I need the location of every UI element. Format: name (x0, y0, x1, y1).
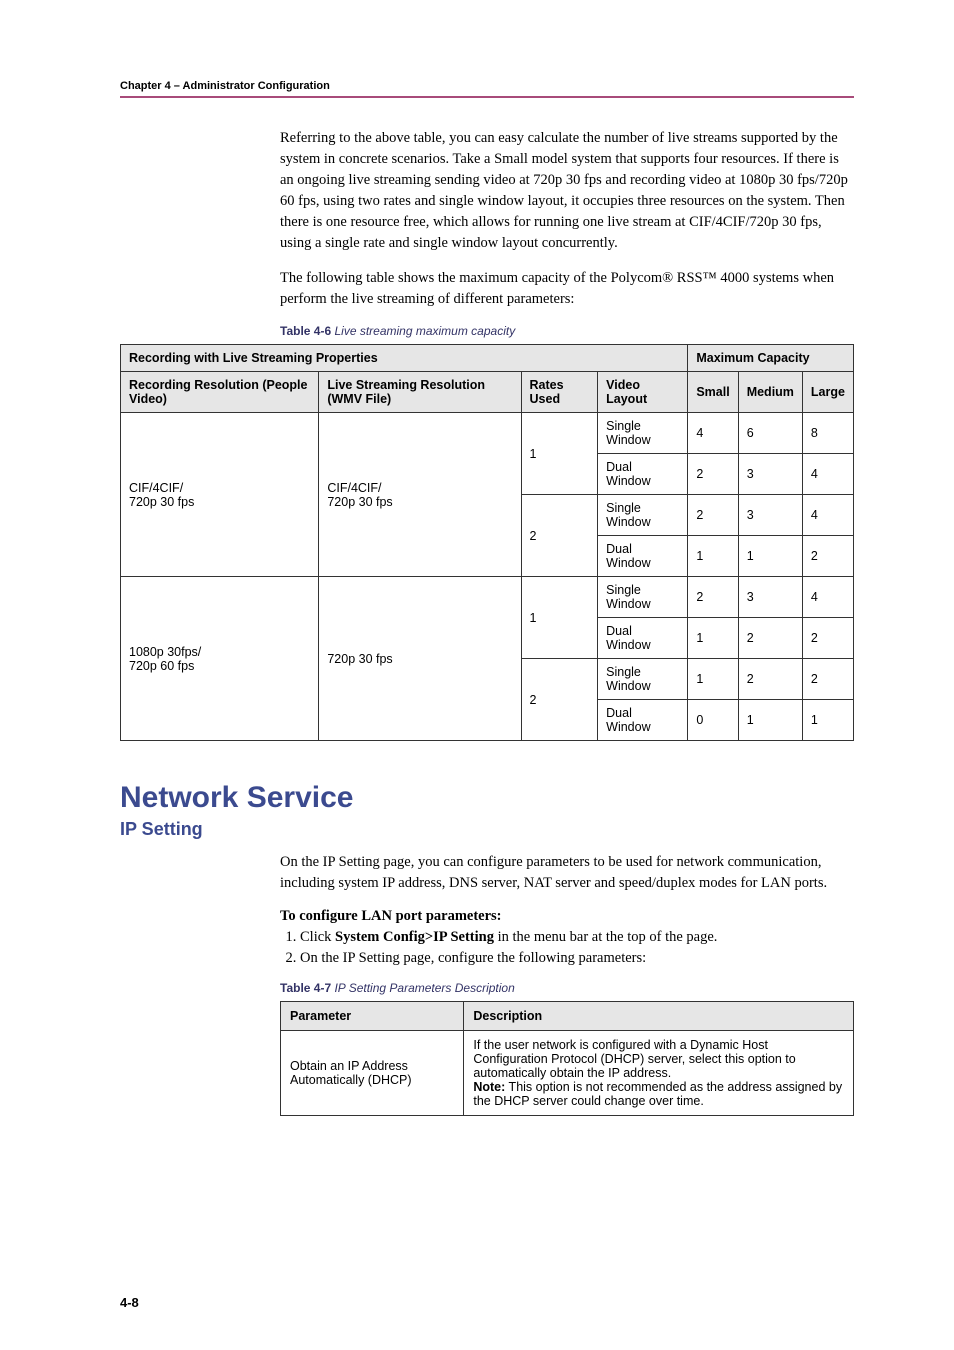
cell-large: 2 (802, 536, 853, 577)
cell-layout: Single Window (598, 495, 688, 536)
page-number: 4-8 (120, 1295, 139, 1310)
th-live-res: Live Streaming Resolution (WMV File) (319, 372, 521, 413)
cell-rec-res-1: CIF/4CIF/ 720p 30 fps (121, 413, 319, 577)
cell-layout: Dual Window (598, 536, 688, 577)
cell-layout: Single Window (598, 413, 688, 454)
header-divider (120, 96, 854, 98)
th-video-layout: Video Layout (598, 372, 688, 413)
table-4-7-caption: Table 4-7 IP Setting Parameters Descript… (280, 981, 854, 995)
th-capacity-group: Maximum Capacity (688, 345, 854, 372)
cell-small: 2 (688, 454, 738, 495)
cell-medium: 2 (738, 659, 802, 700)
cell-large: 1 (802, 700, 853, 741)
th-recording-res: Recording Resolution (People Video) (121, 372, 319, 413)
cell-live-res-1: CIF/4CIF/ 720p 30 fps (319, 413, 521, 577)
cell-layout: Single Window (598, 577, 688, 618)
th-small: Small (688, 372, 738, 413)
cell-rate: 2 (521, 659, 598, 741)
cell-layout: Dual Window (598, 618, 688, 659)
cell-small: 1 (688, 659, 738, 700)
caption-italic: IP Setting Parameters Description (331, 981, 515, 995)
table-row: 1080p 30fps/ 720p 60 fps 720p 30 fps 1 S… (121, 577, 854, 618)
th-parameter: Parameter (281, 1002, 464, 1031)
cell-small: 4 (688, 413, 738, 454)
intro-paragraph-1: Referring to the above table, you can ea… (280, 128, 854, 254)
cell-large: 4 (802, 454, 853, 495)
step-2: On the IP Setting page, configure the fo… (300, 950, 854, 967)
cell-small: 1 (688, 536, 738, 577)
cell-live-res-2: 720p 30 fps (319, 577, 521, 741)
cell-medium: 3 (738, 454, 802, 495)
cell-large: 8 (802, 413, 853, 454)
table-row: CIF/4CIF/ 720p 30 fps CIF/4CIF/ 720p 30 … (121, 413, 854, 454)
cell-desc-dhcp: If the user network is configured with a… (464, 1031, 854, 1116)
cell-small: 2 (688, 577, 738, 618)
steps-list: Click System Config>IP Setting in the me… (280, 929, 854, 967)
cell-medium: 3 (738, 577, 802, 618)
th-medium: Medium (738, 372, 802, 413)
cell-layout: Dual Window (598, 700, 688, 741)
section-title-network-service: Network Service (120, 781, 854, 815)
cell-medium: 2 (738, 618, 802, 659)
desc-note-body: This option is not recommended as the ad… (473, 1080, 842, 1108)
caption-bold: Table 4-6 (280, 324, 331, 338)
cell-small: 2 (688, 495, 738, 536)
table-row: Obtain an IP Address Automatically (DHCP… (281, 1031, 854, 1116)
cell-medium: 6 (738, 413, 802, 454)
cell-param-dhcp: Obtain an IP Address Automatically (DHCP… (281, 1031, 464, 1116)
cell-small: 1 (688, 618, 738, 659)
cell-rate: 2 (521, 495, 598, 577)
th-rates-used: Rates Used (521, 372, 598, 413)
cell-layout: Single Window (598, 659, 688, 700)
chapter-header: Chapter 4 – Administrator Configuration (120, 80, 854, 92)
ip-setting-paragraph: On the IP Setting page, you can configur… (280, 852, 854, 894)
cell-medium: 3 (738, 495, 802, 536)
th-recording-group: Recording with Live Streaming Properties (121, 345, 688, 372)
cell-rec-res-2: 1080p 30fps/ 720p 60 fps (121, 577, 319, 741)
table-4-6-caption: Table 4-6 Live streaming maximum capacit… (280, 324, 854, 338)
intro-paragraph-2: The following table shows the maximum ca… (280, 268, 854, 310)
table-4-6: Recording with Live Streaming Properties… (120, 344, 854, 741)
step-1-bold: System Config>IP Setting (335, 929, 494, 945)
th-large: Large (802, 372, 853, 413)
cell-large: 2 (802, 659, 853, 700)
step-1-pre: Click (300, 929, 335, 945)
cell-small: 0 (688, 700, 738, 741)
desc-text-main: If the user network is configured with a… (473, 1038, 795, 1080)
step-1: Click System Config>IP Setting in the me… (300, 929, 854, 946)
steps-header: To configure LAN port parameters: (280, 908, 854, 925)
table-4-7: Parameter Description Obtain an IP Addre… (280, 1001, 854, 1116)
cell-medium: 1 (738, 700, 802, 741)
cell-rate: 1 (521, 413, 598, 495)
th-description: Description (464, 1002, 854, 1031)
cell-large: 4 (802, 577, 853, 618)
cell-large: 4 (802, 495, 853, 536)
cell-medium: 1 (738, 536, 802, 577)
cell-layout: Dual Window (598, 454, 688, 495)
caption-italic: Live streaming maximum capacity (331, 324, 515, 338)
desc-note-label: Note: (473, 1080, 505, 1094)
subsection-title-ip-setting: IP Setting (120, 819, 854, 840)
cell-large: 2 (802, 618, 853, 659)
step-1-post: in the menu bar at the top of the page. (494, 929, 717, 945)
cell-rate: 1 (521, 577, 598, 659)
caption-bold: Table 4-7 (280, 981, 331, 995)
